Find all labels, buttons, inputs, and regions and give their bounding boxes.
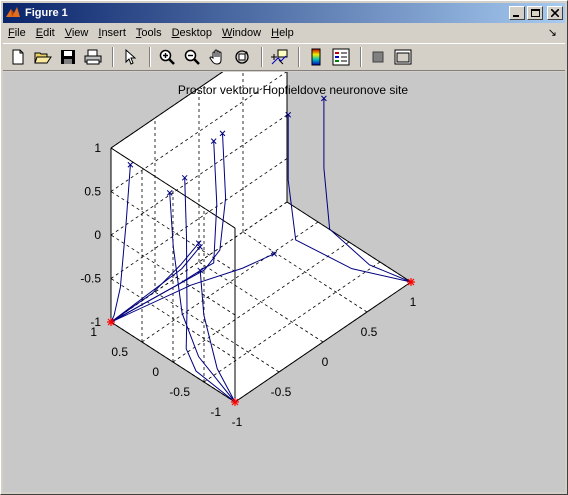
menu-window[interactable]: Window	[217, 24, 266, 42]
maximize-button[interactable]	[527, 6, 543, 20]
toolbar-separator	[261, 47, 263, 67]
figure-canvas[interactable]: 1 0.5 0 -0.5 -1 1 0.5 0 -0.5 -1 -1 -0.5 0 0.5 1 Prosto…	[3, 72, 565, 492]
attractor-marker	[407, 278, 415, 286]
figure-toolbar	[3, 43, 565, 71]
tick-label: 1	[94, 141, 101, 155]
hide-plot-tools-button[interactable]	[367, 46, 389, 68]
window-title: Figure 1	[25, 7, 68, 19]
tick-label: -0.5	[169, 385, 190, 399]
hide-plot-tools-icon	[372, 51, 384, 63]
menu-label: indow	[232, 27, 262, 39]
menu-label: esktop	[179, 27, 212, 39]
pan-button[interactable]	[206, 46, 228, 68]
colorbar-icon	[311, 48, 321, 66]
show-plot-tools-icon	[394, 49, 412, 65]
attractor-marker	[107, 318, 115, 326]
rotate-3d-button[interactable]	[231, 46, 253, 68]
menu-accelerator: V	[64, 27, 72, 39]
figure-window: Figure 1 File Edit View Insert Tools Desktop W…	[0, 0, 568, 495]
open-file-icon	[34, 52, 52, 64]
menu-accelerator: D	[171, 27, 180, 39]
print-button[interactable]	[82, 46, 104, 68]
colorbar-button[interactable]	[305, 46, 327, 68]
menu-label: nsert	[101, 27, 126, 39]
toolbar-separator	[298, 47, 300, 67]
legend-button[interactable]	[330, 46, 352, 68]
menu-label: ools	[141, 27, 162, 39]
title-bar[interactable]: Figure 1	[3, 3, 565, 23]
menu-desktop[interactable]: Desktop	[167, 24, 217, 42]
menu-file[interactable]: File	[3, 24, 31, 42]
menu-label: iew	[71, 27, 89, 39]
minimize-icon	[513, 15, 519, 17]
tick-label: 0.5	[111, 345, 128, 359]
close-button[interactable]	[547, 6, 563, 20]
new-file-icon	[12, 49, 24, 65]
minimize-button[interactable]	[509, 6, 525, 20]
tick-label: -1	[210, 405, 221, 419]
maximize-icon	[530, 8, 540, 17]
legend-icon	[332, 48, 350, 66]
menu-tools[interactable]: Tools	[131, 24, 167, 42]
show-plot-tools-button[interactable]	[392, 46, 414, 68]
pointer-button[interactable]	[119, 46, 141, 68]
menu-view[interactable]: View	[60, 24, 94, 42]
toolbar-separator	[149, 47, 151, 67]
attractor-marker	[231, 398, 239, 406]
matlab-logo-icon	[6, 7, 20, 17]
menu-accelerator: E	[35, 27, 44, 39]
rotate-3d-icon	[235, 50, 249, 64]
pan-hand-icon	[209, 49, 222, 65]
toolbar-separator	[360, 47, 362, 67]
tick-label: 0	[152, 365, 159, 379]
menu-insert[interactable]: Insert	[93, 24, 131, 42]
menu-accelerator: H	[271, 27, 280, 39]
tick-label: 0	[94, 228, 101, 242]
menu-accelerator: W	[221, 27, 233, 39]
plot-3d[interactable]: 10.50-0.5-110.50-0.5-1-1-0.500.51 Prosto…	[3, 72, 565, 492]
print-icon	[84, 49, 102, 65]
menu-label: dit	[43, 27, 55, 39]
tick-label: -0.5	[271, 385, 292, 399]
zoom-in-button[interactable]	[156, 46, 178, 68]
menu-accelerator: F	[8, 27, 15, 39]
close-icon	[551, 9, 559, 17]
zoom-in-icon	[159, 49, 175, 65]
menu-bar: File Edit View Insert Tools Desktop Window Help…	[3, 23, 565, 43]
dock-arrow-icon[interactable]: ↘	[548, 26, 557, 39]
menu-edit[interactable]: Edit	[31, 24, 60, 42]
menu-label: ile	[14, 27, 26, 39]
tick-label: -0.5	[80, 272, 101, 286]
tick-label: 0.5	[361, 325, 378, 339]
tick-label: 0.5	[84, 185, 101, 199]
chart-title: Prostor vektoru Hopfieldove neuronove si…	[178, 83, 408, 97]
tick-label: -1	[232, 415, 243, 429]
save-button[interactable]	[57, 46, 79, 68]
zoom-out-icon	[184, 49, 200, 65]
pointer-icon	[125, 49, 137, 65]
zoom-out-button[interactable]	[181, 46, 203, 68]
tick-label: 1	[410, 295, 417, 309]
menu-label: elp	[279, 27, 294, 39]
menu-help[interactable]: Help	[266, 24, 299, 42]
toolbar-separator	[112, 47, 114, 67]
grid-layer	[110, 72, 412, 403]
new-file-button[interactable]	[7, 46, 29, 68]
tick-label: 0	[322, 355, 329, 369]
open-file-button[interactable]	[32, 46, 54, 68]
data-cursor-icon	[271, 49, 288, 65]
save-icon	[61, 50, 75, 64]
tick-label: 1	[90, 325, 97, 339]
data-cursor-button[interactable]	[268, 46, 290, 68]
